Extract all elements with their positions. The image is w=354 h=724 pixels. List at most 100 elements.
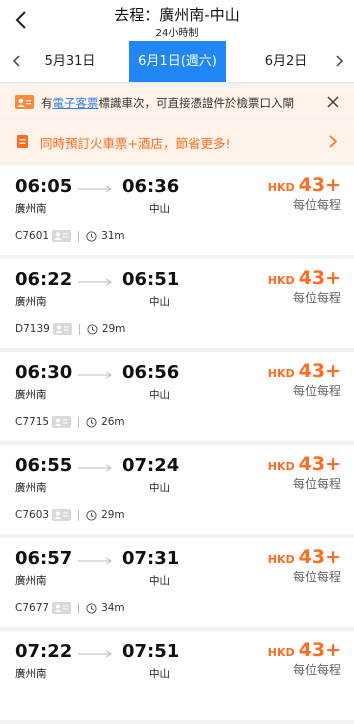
arrival-time: 07:51 <box>122 641 180 662</box>
arrival-time: 06:56 <box>122 362 180 383</box>
arrival-time: 06:36 <box>122 176 180 197</box>
train-list: 06:05 06:36 廣州南 中山 HKD 43+ 每位每程 C7601 31m … <box>0 166 354 724</box>
price: HKD 43+ <box>268 639 341 661</box>
price-amount: 43+ <box>298 360 341 382</box>
price-amount: 43+ <box>298 546 341 568</box>
train-number: C7677 <box>15 602 50 614</box>
close-icon[interactable] <box>326 95 340 109</box>
departure-time: 06:30 <box>15 362 73 383</box>
departure-time: 06:05 <box>15 176 73 197</box>
duration: 29m <box>101 323 126 335</box>
arrow-right-icon <box>78 650 112 658</box>
train-row[interactable]: 07:22 07:51 廣州南 中山 HKD 43+ 每位每程 <box>0 631 354 720</box>
date-selector: 5月31日 6月1日(週六) 6月2日 <box>0 41 354 83</box>
date-tab-prev[interactable]: 5月31日 <box>30 41 110 82</box>
page-subtitle: 24小時制 <box>155 28 199 39</box>
train-row[interactable]: 06:55 07:24 廣州南 中山 HKD 43+ 每位每程 C7603 29m <box>0 445 354 534</box>
price-unit: 每位每程 <box>292 198 341 212</box>
price-unit: 每位每程 <box>292 291 341 305</box>
currency: HKD <box>267 181 295 194</box>
page-title: 去程：廣州南-中山 <box>114 6 240 24</box>
departure-time: 07:22 <box>15 641 73 662</box>
divider <box>78 416 80 428</box>
from-station: 廣州南 <box>15 668 47 680</box>
to-station: 中山 <box>149 575 170 587</box>
clock-icon <box>86 230 97 242</box>
price: HKD 43+ <box>268 546 341 568</box>
arrow-right-icon <box>78 185 112 193</box>
price-amount: 43+ <box>298 174 341 196</box>
departure-time: 06:22 <box>15 269 73 290</box>
currency: HKD <box>267 460 295 473</box>
date-tab-selected[interactable]: 6月1日(週六) <box>129 41 226 82</box>
price-unit: 每位每程 <box>292 663 341 677</box>
notice-text: 有電子客票標識車次，可直接憑證件於檢票口入閘 <box>41 95 294 111</box>
clock-icon <box>86 602 97 614</box>
arrival-time: 07:24 <box>122 455 180 476</box>
train-row[interactable]: 06:05 06:36 廣州南 中山 HKD 43+ 每位每程 C7601 31m <box>0 166 354 255</box>
departure-time: 06:57 <box>15 548 73 569</box>
to-station: 中山 <box>149 668 170 680</box>
top-header: 去程：廣州南-中山 24小時制 <box>0 0 354 41</box>
price-amount: 43+ <box>298 453 341 475</box>
divider <box>78 509 80 521</box>
price: HKD 43+ <box>268 360 341 382</box>
clock-icon <box>86 509 97 521</box>
e-ticket-notice: 有電子客票標識車次，可直接憑證件於檢票口入閘 <box>0 87 354 117</box>
to-station: 中山 <box>149 482 170 494</box>
from-station: 廣州南 <box>15 575 47 587</box>
price: HKD 43+ <box>268 174 341 196</box>
clock-icon <box>87 323 98 335</box>
currency: HKD <box>267 274 295 287</box>
id-card-icon <box>52 602 72 614</box>
id-card-icon <box>52 230 72 242</box>
train-number: D7139 <box>15 323 50 335</box>
price-unit: 每位每程 <box>292 570 341 584</box>
e-ticket-link[interactable]: 電子客票 <box>53 96 99 110</box>
price: HKD 43+ <box>268 453 341 475</box>
divider <box>78 602 80 614</box>
from-station: 廣州南 <box>15 296 47 308</box>
departure-time: 06:55 <box>15 455 73 476</box>
chevron-left-icon[interactable] <box>8 52 26 70</box>
notice-suffix: 標識車次，可直接憑證件於檢票口入閘 <box>98 96 295 110</box>
train-number: C7715 <box>15 416 50 428</box>
arrow-right-icon <box>78 464 112 472</box>
arrow-right-icon <box>78 557 112 565</box>
id-card-icon <box>52 323 72 335</box>
duration: 31m <box>101 230 125 242</box>
price-amount: 43+ <box>298 267 341 289</box>
divider <box>78 230 80 242</box>
duration: 34m <box>101 602 125 614</box>
id-card-icon <box>52 509 72 521</box>
divider <box>78 323 80 335</box>
duration: 29m <box>101 509 125 521</box>
arrival-time: 07:31 <box>122 548 180 569</box>
chevron-right-icon <box>329 135 338 148</box>
to-station: 中山 <box>149 389 170 401</box>
train-meta: C7677 34m <box>15 602 125 616</box>
duration: 26m <box>101 416 125 428</box>
train-number: C7601 <box>15 230 50 242</box>
promo-text: 同時預訂火車票+酒店，節省更多! <box>40 136 231 151</box>
train-meta: C7601 31m <box>15 230 125 244</box>
arrow-right-icon <box>78 371 112 379</box>
currency: HKD <box>267 553 295 566</box>
date-tab-next[interactable]: 6月2日 <box>246 41 326 82</box>
notice-prefix: 有 <box>41 96 53 110</box>
train-row[interactable]: 06:57 07:31 廣州南 中山 HKD 43+ 每位每程 C7677 34m <box>0 538 354 627</box>
chevron-right-icon[interactable] <box>330 52 348 70</box>
from-station: 廣州南 <box>15 389 47 401</box>
arrow-right-icon <box>78 278 112 286</box>
price-unit: 每位每程 <box>292 384 341 398</box>
train-row[interactable]: 06:22 06:51 廣州南 中山 HKD 43+ 每位每程 D7139 29m <box>0 259 354 348</box>
train-row[interactable]: 06:30 06:56 廣州南 中山 HKD 43+ 每位每程 C7715 26m <box>0 352 354 441</box>
from-station: 廣州南 <box>15 482 47 494</box>
price: HKD 43+ <box>268 267 341 289</box>
currency: HKD <box>267 367 295 380</box>
hotel-promo-banner[interactable]: 同時預訂火車票+酒店，節省更多! <box>0 120 354 163</box>
clock-icon <box>86 416 97 428</box>
document-icon <box>17 135 28 148</box>
arrival-time: 06:51 <box>122 269 180 290</box>
id-card-icon <box>52 416 72 428</box>
